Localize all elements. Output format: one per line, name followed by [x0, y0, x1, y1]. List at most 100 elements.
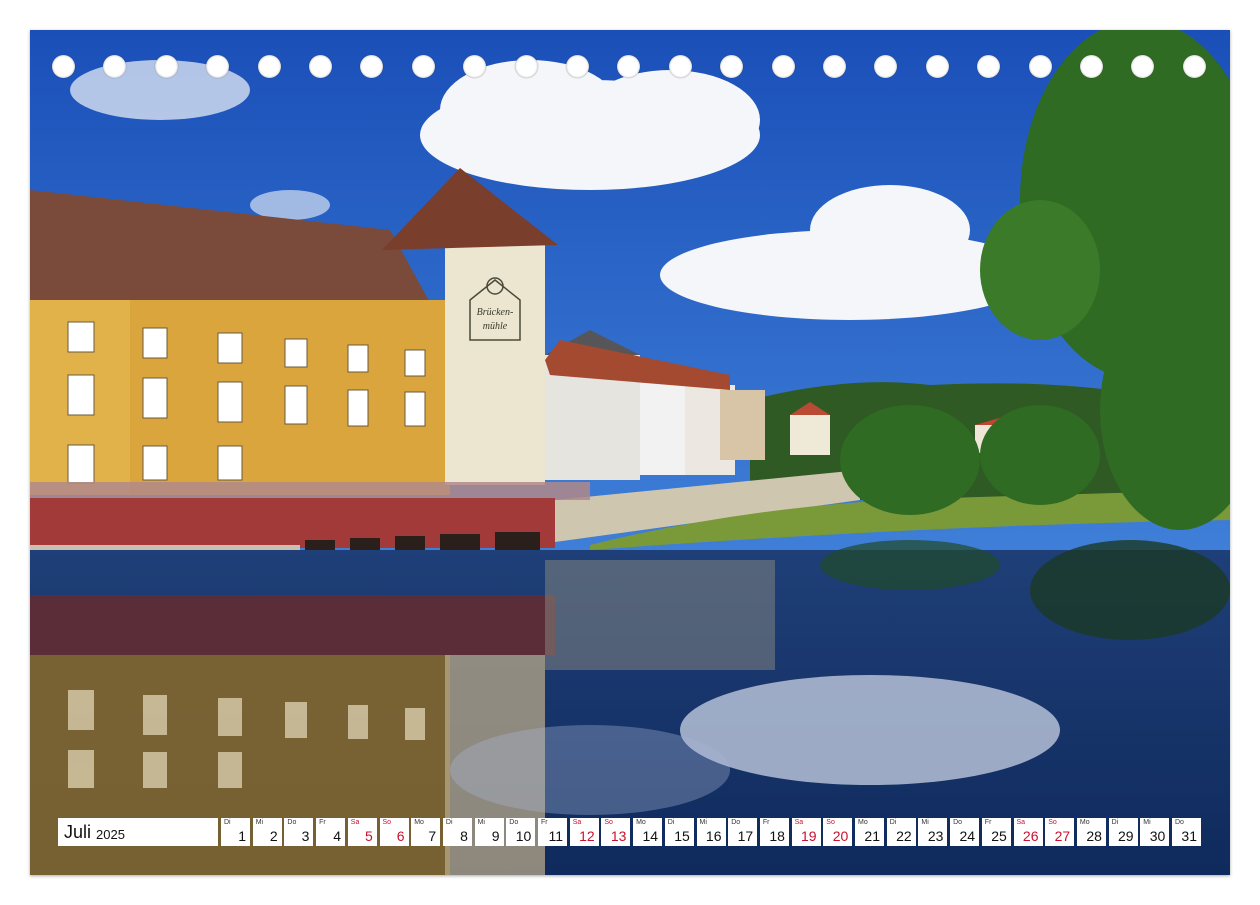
binding-hole	[771, 55, 795, 78]
weekday-abbrev: Fr	[319, 819, 326, 826]
weekday-abbrev: Do	[1175, 819, 1184, 826]
calendar-day: So 20	[823, 818, 853, 846]
day-number: 19	[801, 828, 817, 844]
calendar-day: Mi 9	[474, 818, 504, 846]
calendar-day: Mi 2	[252, 818, 282, 846]
weekday-abbrev: Do	[287, 819, 297, 826]
calendar-day: Do 17	[728, 818, 758, 846]
calendar-day: Do 31	[1172, 818, 1201, 846]
calendar-day: Di 1	[221, 818, 250, 846]
weekday-abbrev: Mi	[699, 819, 707, 826]
weekday-abbrev: Mo	[414, 819, 424, 826]
day-number: 21	[864, 828, 880, 844]
weekday-abbrev: Mi	[255, 819, 264, 826]
weekday-abbrev: Mo	[858, 819, 868, 826]
day-number: 12	[579, 828, 595, 844]
calendar-day: Mo 14	[633, 818, 663, 846]
weekday-abbrev: Di	[445, 819, 453, 826]
calendar-day: Di 29	[1108, 818, 1138, 846]
weekday-abbrev: Fr	[541, 819, 548, 826]
calendar-day: Mi 23	[918, 818, 948, 846]
calendar-day: Sa 19	[791, 818, 821, 846]
year-label: 2025	[96, 826, 125, 842]
weekday-abbrev: So	[604, 819, 613, 826]
binding-hole	[411, 55, 435, 78]
calendar-day: Di 15	[664, 818, 694, 846]
weekday-abbrev: Fr	[762, 819, 770, 826]
railing	[30, 482, 590, 500]
binding-hole	[1182, 55, 1206, 78]
weekday-abbrev: So	[826, 819, 835, 826]
weekday-abbrev: Di	[889, 819, 897, 826]
calendar-day: Fr 4	[316, 818, 346, 846]
day-number: 16	[705, 828, 722, 844]
day-number: 8	[460, 828, 468, 844]
day-number: 6	[396, 828, 405, 844]
weekday-abbrev: Di	[224, 819, 231, 826]
weekday-abbrev: Do	[509, 819, 519, 826]
weekday-abbrev: Sa	[1016, 819, 1026, 826]
calendar-day: Fr 11	[538, 818, 567, 846]
weekday-abbrev: Do	[731, 819, 741, 826]
day-number: 31	[1181, 828, 1197, 844]
binding-hole	[823, 55, 846, 78]
calendar-day: Do 3	[284, 818, 314, 846]
day-number: 24	[959, 828, 976, 844]
weekday-abbrev: Mi	[1143, 819, 1151, 826]
calendar-day: So 27	[1045, 818, 1075, 846]
calendar-day: Do 10	[506, 818, 536, 846]
day-number: 20	[832, 828, 849, 844]
calendar-day: Sa 12	[569, 818, 599, 846]
day-number: 3	[301, 828, 310, 844]
binding-hole	[668, 55, 692, 78]
weekday-abbrev: So	[1048, 819, 1057, 826]
day-number: 22	[896, 828, 912, 844]
day-number: 28	[1086, 828, 1102, 844]
weekday-abbrev: Di	[667, 819, 675, 826]
weekday-abbrev: So	[382, 819, 392, 826]
day-number: 9	[491, 828, 500, 844]
binding-hole	[257, 55, 281, 78]
day-number: 2	[269, 828, 278, 844]
day-number: 18	[769, 828, 785, 844]
day-number: 17	[737, 828, 754, 844]
day-number: 15	[674, 828, 690, 844]
calendar-day: Do 24	[950, 818, 980, 846]
day-number: 13	[610, 828, 627, 844]
sign-text-1: Brücken-	[477, 307, 514, 318]
binding-hole	[154, 55, 178, 78]
calendar-day: Di 22	[886, 818, 916, 846]
binding-hole	[566, 55, 589, 78]
binding-hole	[52, 55, 75, 78]
calendar-photo: Brücken- mühle	[30, 30, 1230, 875]
weekday-abbrev: Mi	[921, 819, 929, 826]
weekday-abbrev: Mo	[1079, 819, 1090, 826]
binding-hole	[514, 55, 538, 78]
calendar-day: Mi 30	[1140, 818, 1170, 846]
day-number: 11	[548, 828, 563, 844]
calendar-day: Fr 25	[981, 818, 1011, 846]
calendar-day: Sa 26	[1013, 818, 1043, 846]
day-number: 27	[1054, 828, 1071, 844]
weekday-abbrev: Mo	[636, 819, 646, 826]
day-number: 1	[238, 828, 246, 844]
mill-tower	[445, 240, 545, 485]
calendar-day: Di 8	[442, 818, 472, 846]
calendar-day: Mo 7	[411, 818, 441, 846]
calendar-month-label: Juli 2025	[58, 818, 218, 846]
binding-hole	[1028, 55, 1052, 78]
day-number: 29	[1118, 828, 1134, 844]
calendar-day: Mi 16	[696, 818, 726, 846]
day-number: 5	[365, 828, 373, 844]
weekday-abbrev: Sa	[572, 819, 582, 826]
binding-hole	[309, 55, 332, 78]
weekday-abbrev: Sa	[350, 819, 360, 826]
day-number: 7	[428, 828, 437, 844]
binding-hole	[925, 55, 949, 78]
sign-text-2: mühle	[483, 321, 508, 332]
weekday-abbrev: Sa	[794, 819, 804, 826]
calendar-day: Sa 5	[347, 818, 377, 846]
weekday-abbrev: Do	[953, 819, 963, 826]
day-number: 26	[1022, 828, 1039, 844]
calendar-day: Fr 18	[759, 818, 789, 846]
